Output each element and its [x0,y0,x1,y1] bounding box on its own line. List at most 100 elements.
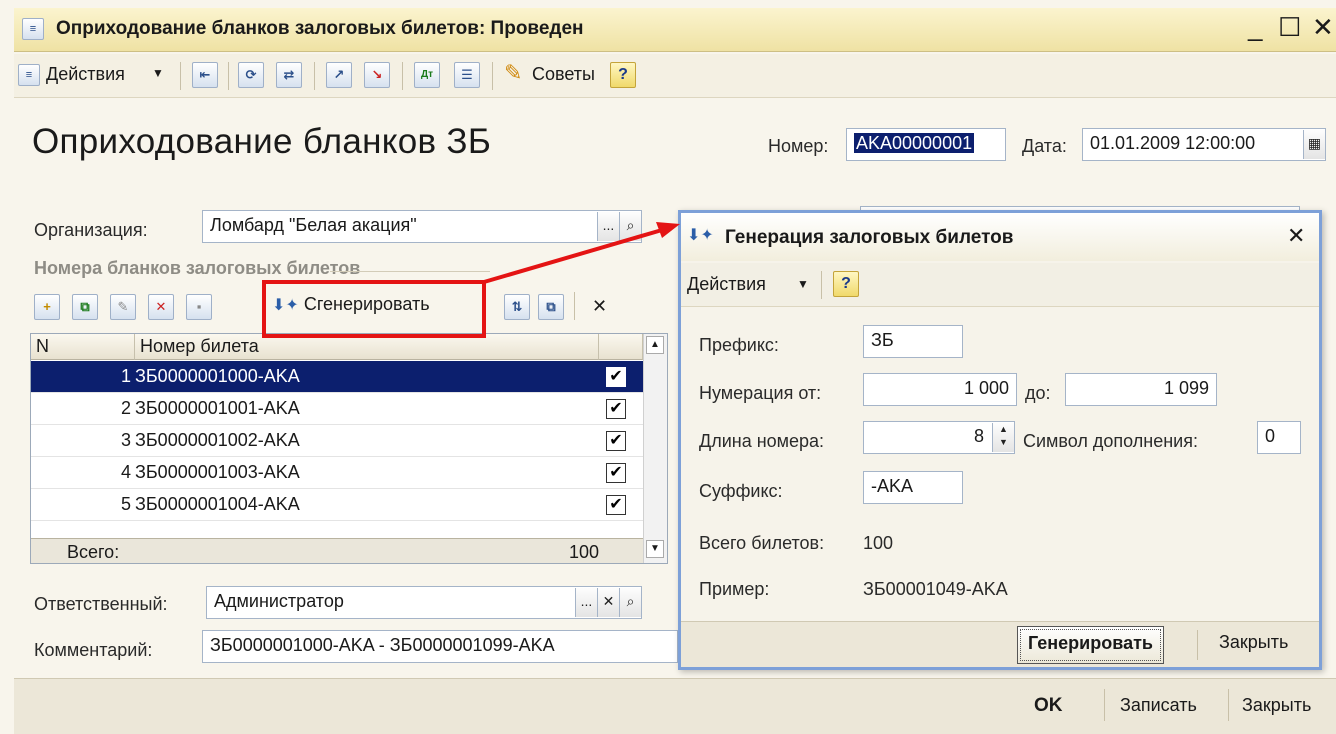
footer-separator [1228,689,1229,721]
date-field[interactable]: 01.01.2009 12:00:00 ▦ [1082,128,1326,161]
scroll-down-icon[interactable]: ▼ [646,540,664,558]
comment-field[interactable]: ЗБ0000001000-AKA - ЗБ0000001099-AKA [202,630,678,663]
toolbar-separator [574,292,575,320]
dialog-generate-button[interactable]: Генерировать [1017,626,1164,664]
copy-row-icon[interactable]: ⧉ [72,294,98,320]
toolbar: ≡ Действия ▼ ⇤ ⟳ ⇄ ↗ ↘ Дт ☰ ✎ Советы ? [14,54,1336,98]
dialog-footer: Генерировать Закрыть [681,621,1319,667]
save-button[interactable]: Записать [1120,695,1197,716]
date-value: 01.01.2009 12:00:00 [1090,133,1256,153]
edit-row-icon[interactable]: ✎ [110,294,136,320]
responsible-field[interactable]: Администратор ... ✕ ⌕ [206,586,642,619]
chevron-down-icon: ▼ [152,66,164,80]
ticket-number: ЗБ0000001002-AKA [135,430,300,450]
padding-char-field[interactable]: 0 [1257,421,1301,454]
row-checkbox[interactable]: ✔ [606,367,626,387]
transfer-icon[interactable]: ⇄ [276,62,302,88]
number-label: Номер: [768,136,829,156]
prefix-label: Префикс: [699,335,779,355]
row-number: 5 [120,494,131,514]
numbering-from-field[interactable]: 1 000 [863,373,1017,406]
copy-icon[interactable]: ⧉ [538,294,564,320]
toolbar-separator [180,62,181,90]
column-header-check[interactable] [599,334,643,360]
number-length-stepper[interactable]: 8 ▲ ▼ [863,421,1015,454]
numbering-to-field[interactable]: 1 099 [1065,373,1217,406]
enter-arrow-icon[interactable]: ⇤ [192,62,218,88]
dialog-actions-button[interactable]: Действия [687,274,766,295]
stepper-arrows-icon[interactable]: ▲ ▼ [992,423,1014,452]
tickets-table[interactable]: N Номер билета 1 ЗБ0000001000-AKA ✔ 2 ЗБ… [30,333,668,564]
tips-button[interactable]: Советы [532,64,595,85]
padding-char-value: 0 [1265,426,1276,446]
close-button[interactable]: ✕ [1312,14,1334,40]
number-field[interactable]: AKA00000001 [846,128,1006,161]
select-ellipsis-button[interactable]: ... [597,212,619,241]
numbering-to-label: до: [1025,383,1051,403]
actions-menu-button[interactable]: Действия [46,64,125,85]
responsible-value: Администратор [214,591,344,611]
end-edit-icon[interactable]: ▪ [186,294,212,320]
post-document-icon[interactable]: ↗ [326,62,352,88]
ticket-number: ЗБ0000001004-AKA [135,494,300,514]
numbering-from-label: Нумерация от: [699,383,822,403]
toolbar-separator [402,62,403,90]
dialog-title-bar: ⬇✦ Генерация залоговых билетов ✕ [681,213,1319,261]
date-label: Дата: [1022,136,1067,156]
prefix-field[interactable]: ЗБ [863,325,963,358]
clear-icon[interactable]: ✕ [597,588,619,617]
footer-close-button[interactable]: Закрыть [1242,695,1311,716]
suffix-value: -AKA [871,476,914,496]
calendar-icon[interactable]: ▦ [1303,130,1325,159]
clear-icon[interactable]: ✕ [592,296,607,317]
report-icon[interactable]: ☰ [454,62,480,88]
toolbar-separator [492,62,493,90]
ticket-number: ЗБ0000001001-AKA [135,398,300,418]
generate-tickets-dialog: ⬇✦ Генерация залоговых билетов ✕ Действи… [678,210,1322,670]
row-checkbox[interactable]: ✔ [606,463,626,483]
organization-label: Организация: [34,220,148,240]
help-button[interactable]: ? [610,62,636,88]
add-row-icon[interactable]: + [34,294,60,320]
select-ellipsis-button[interactable]: ... [575,588,597,617]
responsible-label: Ответственный: [34,594,168,614]
minimize-button[interactable]: _ [1248,14,1262,40]
column-header-n[interactable]: N [31,334,135,360]
maximize-button[interactable]: ☐ [1278,14,1301,40]
window-title: Оприходование бланков залоговых билетов:… [56,18,584,39]
dialog-close-button[interactable]: ✕ [1287,223,1305,249]
move-up-icon[interactable]: ⇅ [504,294,530,320]
total-value: 100 [568,542,599,562]
table-row[interactable]: 2 ЗБ0000001001-AKA ✔ [31,393,643,425]
form-footer: OK Записать Закрыть [14,678,1336,734]
scroll-up-icon[interactable]: ▲ [646,336,664,354]
page-title: Оприходование бланков ЗБ [32,122,492,161]
refresh-icon[interactable]: ⟳ [238,62,264,88]
dialog-close-footer-button[interactable]: Закрыть [1209,626,1298,664]
debit-credit-icon[interactable]: Дт [414,62,440,88]
row-checkbox[interactable]: ✔ [606,399,626,419]
numbering-to-value: 1 099 [1163,378,1209,398]
search-icon[interactable]: ⌕ [619,212,641,241]
suffix-field[interactable]: -AKA [863,471,963,504]
row-checkbox[interactable]: ✔ [606,495,626,515]
total-tickets-value: 100 [863,533,894,553]
ok-button[interactable]: OK [1034,695,1063,717]
organization-value: Ломбард "Белая акация" [210,215,417,235]
toolbar-separator [314,62,315,90]
organization-field[interactable]: Ломбард "Белая акация" ... ⌕ [202,210,642,243]
table-row[interactable]: 4 ЗБ0000001003-AKA ✔ [31,457,643,489]
table-row[interactable]: 5 ЗБ0000001004-AKA ✔ [31,489,643,521]
actions-menu-icon: ≡ [18,64,40,86]
search-icon[interactable]: ⌕ [619,588,641,617]
table-row[interactable]: 1 ЗБ0000001000-AKA ✔ [31,361,643,393]
unpost-document-icon[interactable]: ↘ [364,62,390,88]
comment-value: ЗБ0000001000-AKA - ЗБ0000001099-AKA [210,635,555,655]
document-icon: ≡ [22,18,44,40]
delete-row-icon[interactable]: ✕ [148,294,174,320]
table-scrollbar[interactable]: ▲ ▼ [643,334,667,563]
row-checkbox[interactable]: ✔ [606,431,626,451]
tips-icon: ✎ [504,60,523,85]
table-row[interactable]: 3 ЗБ0000001002-AKA ✔ [31,425,643,457]
dialog-help-button[interactable]: ? [833,271,859,297]
